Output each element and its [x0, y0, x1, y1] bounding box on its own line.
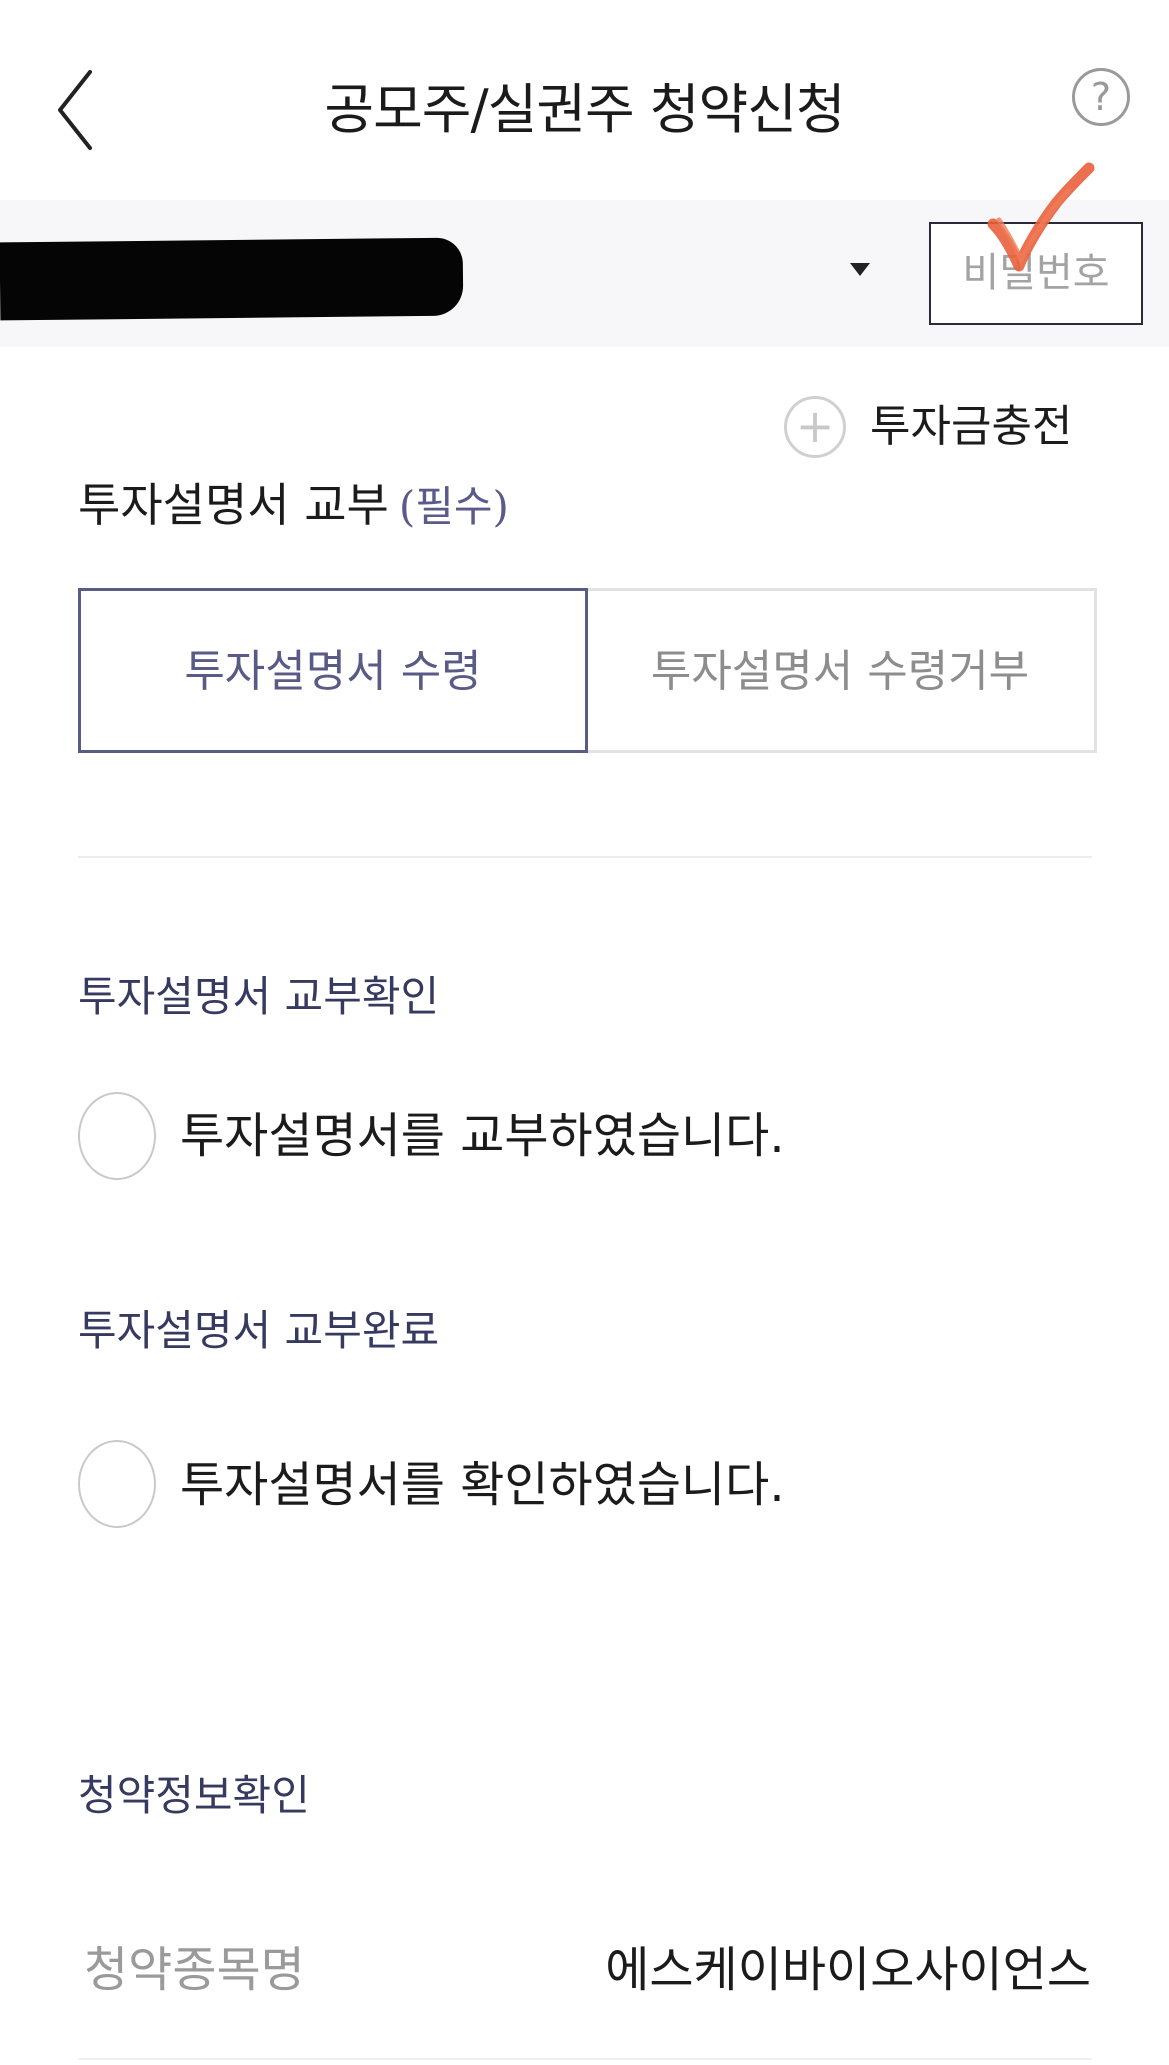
delivery-confirm-radio[interactable]	[78, 1092, 156, 1180]
receive-prospectus-option[interactable]: 투자설명서 수령	[78, 588, 588, 753]
refuse-prospectus-option[interactable]: 투자설명서 수령거부	[586, 588, 1097, 753]
charge-label: 투자금충전	[870, 401, 1073, 452]
dropdown-arrow-icon[interactable]	[850, 263, 870, 276]
prospectus-section-title: 투자설명서 교부 (필수)	[78, 470, 509, 542]
delivery-complete-title: 투자설명서 교부완료	[78, 1306, 440, 1355]
page-title: 공모주/실권주 청약신청	[324, 78, 845, 141]
delivery-confirm-label[interactable]: 투자설명서를 교부하였습니다.	[180, 1101, 785, 1171]
section-divider	[78, 856, 1092, 858]
subscription-info-title: 청약정보확인	[78, 1771, 310, 1820]
annotation-checkmark-icon	[987, 162, 1095, 272]
redacted-account-number	[0, 237, 464, 321]
plus-circle-icon: +	[784, 396, 846, 458]
delivery-complete-label[interactable]: 투자설명서를 확인하였습니다.	[180, 1450, 785, 1520]
prospectus-title-text: 투자설명서 교부	[78, 478, 389, 532]
help-icon[interactable]: ?	[1072, 68, 1130, 126]
required-mark: (필수)	[398, 482, 509, 531]
delivery-complete-radio[interactable]	[78, 1440, 156, 1528]
stock-name-value: 에스케이바이오사이언스	[605, 1942, 1091, 1998]
info-row-divider	[78, 2058, 1092, 2060]
prospectus-option-toggle: 투자설명서 수령 투자설명서 수령거부	[78, 588, 1097, 753]
stock-name-label: 청약종목명	[84, 1942, 305, 1998]
delivery-confirm-title: 투자설명서 교부확인	[78, 972, 440, 1021]
